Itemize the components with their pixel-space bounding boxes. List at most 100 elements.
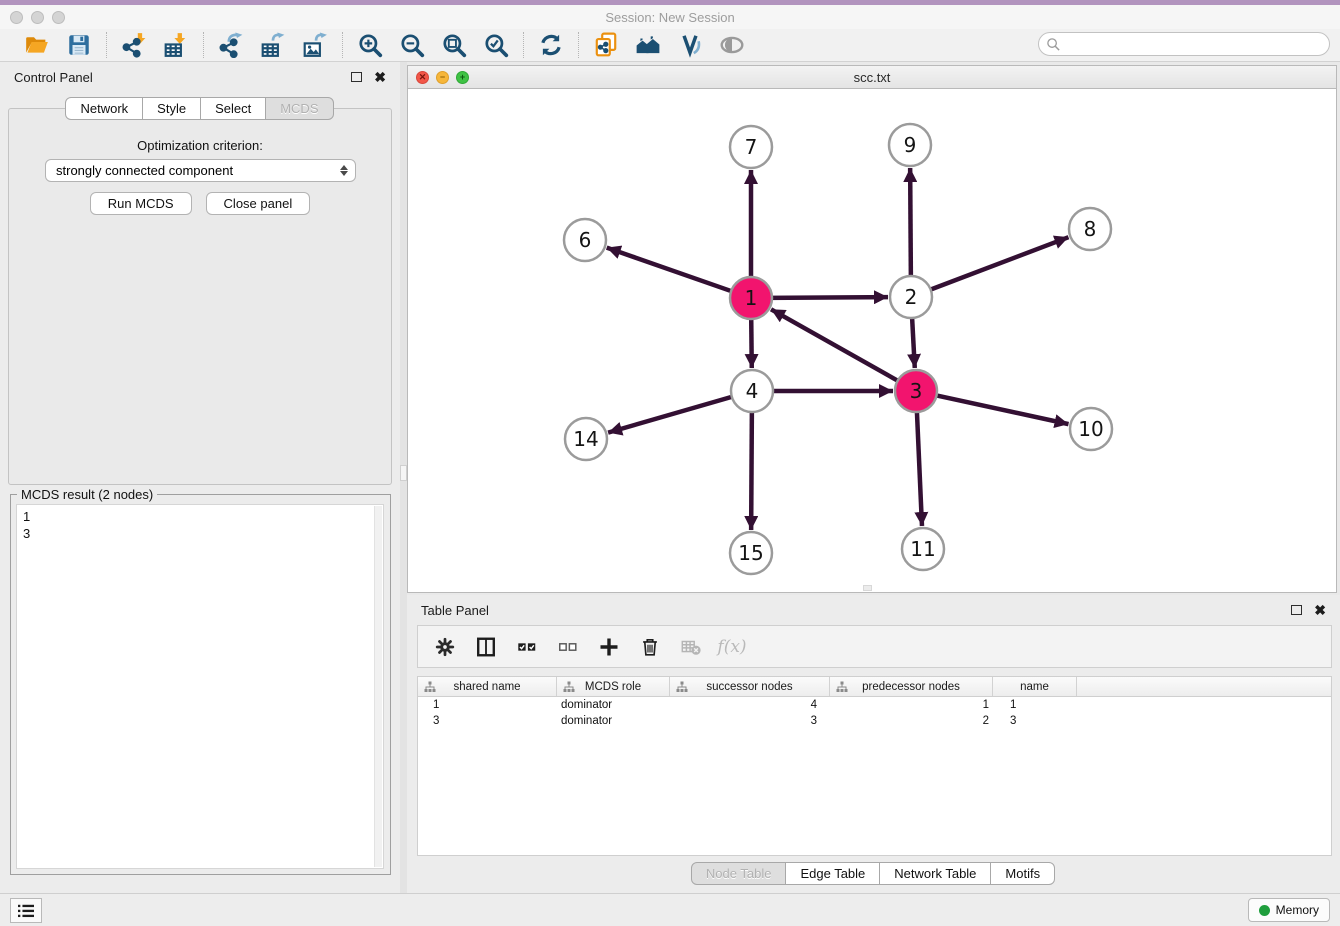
zoom-fit-icon[interactable] [441,32,467,58]
apply-style-icon[interactable] [677,32,703,58]
splitter-grip[interactable] [400,465,407,481]
split-columns-icon[interactable] [474,635,498,659]
cell-successor-nodes[interactable]: 4 [670,699,830,711]
graph-edge-2-3[interactable] [912,315,915,368]
cell-shared-name[interactable]: 1 [418,699,557,711]
cell-name[interactable]: 3 [993,715,1077,727]
memory-button[interactable]: Memory [1248,898,1330,922]
float-panel-icon[interactable] [351,72,362,82]
global-search-field[interactable] [1038,32,1330,56]
graph-edge-3-10[interactable] [934,395,1069,424]
panel-splitter[interactable] [400,62,407,893]
table-panel: Table Panel ✖ f(x) shared name [407,595,1340,893]
network-canvas[interactable]: 7 9 6 8 1 2 4 3 14 10 15 11 [408,89,1336,592]
add-column-icon[interactable] [597,635,621,659]
graph-edge-4-15[interactable] [751,409,752,530]
column-header-mcds-role[interactable]: MCDS role [557,677,670,696]
graph-edge-1-4[interactable] [751,316,752,368]
tab-network[interactable]: Network [65,97,143,120]
svg-text:1: 1 [745,286,758,310]
tab-mcds[interactable]: MCDS [265,97,333,120]
export-network-icon[interactable] [218,32,244,58]
zoom-selected-icon[interactable] [483,32,509,58]
tab-style[interactable]: Style [142,97,201,120]
tab-node-table[interactable]: Node Table [691,862,787,885]
tab-select[interactable]: Select [200,97,266,120]
svg-text:2: 2 [905,285,918,309]
svg-text:9: 9 [904,133,917,157]
close-table-panel-icon[interactable]: ✖ [1314,605,1326,615]
export-table-icon[interactable] [260,32,286,58]
zoom-out-icon[interactable] [399,32,425,58]
mcds-result-textarea[interactable]: 1 3 [16,504,384,869]
settings-gear-icon[interactable] [433,635,457,659]
column-header-shared-name[interactable]: shared name [418,677,557,696]
table-header-row[interactable]: shared name MCDS role successor nodes pr… [418,677,1331,697]
task-history-button[interactable] [10,898,42,923]
network-window: ✕ − + scc.txt 7 9 6 8 1 2 4 3 14 10 15 11 [407,65,1337,593]
unselect-all-columns-icon[interactable] [556,635,580,659]
cell-predecessor-nodes[interactable]: 1 [830,699,993,711]
graph-edge-3-1[interactable] [771,309,900,382]
first-neighbors-icon[interactable] [635,32,661,58]
cell-successor-nodes[interactable]: 3 [670,715,830,727]
graph-node-3[interactable]: 3 [895,370,937,412]
memory-status-icon [1259,905,1270,916]
graph-node-4[interactable]: 4 [731,370,773,412]
graph-node-14[interactable]: 14 [565,418,607,460]
export-image-icon[interactable] [302,32,328,58]
save-session-icon[interactable] [66,32,92,58]
zoom-in-icon[interactable] [357,32,383,58]
import-network-icon[interactable] [121,32,147,58]
table-row[interactable]: 1 dominator 4 1 1 [418,697,1331,713]
canvas-resize-grip[interactable] [863,585,872,591]
close-panel-button[interactable]: Close panel [206,192,311,215]
tab-network-table[interactable]: Network Table [879,862,991,885]
cell-mcds-role[interactable]: dominator [557,699,670,711]
graph-edge-1-6[interactable] [607,248,734,292]
graph-edge-1-2[interactable] [769,297,888,298]
column-header-successor-nodes[interactable]: successor nodes [670,677,830,696]
graph-node-1[interactable]: 1 [730,277,772,319]
graph-node-10[interactable]: 10 [1070,408,1112,450]
network-graph[interactable]: 7 9 6 8 1 2 4 3 14 10 15 11 [408,89,1336,592]
tab-edge-table[interactable]: Edge Table [785,862,880,885]
select-all-columns-icon[interactable] [515,635,539,659]
cell-mcds-role[interactable]: dominator [557,715,670,727]
import-table-icon[interactable] [163,32,189,58]
result-scrollbar[interactable] [374,506,382,867]
graph-node-7[interactable]: 7 [730,126,772,168]
clone-network-icon[interactable] [593,32,619,58]
column-header-name[interactable]: name [993,677,1077,696]
network-window-titlebar[interactable]: ✕ − + scc.txt [408,66,1336,89]
graph-node-15[interactable]: 15 [730,532,772,574]
graph-node-2[interactable]: 2 [890,276,932,318]
table-row[interactable]: 3 dominator 3 2 3 [418,713,1331,729]
cell-shared-name[interactable]: 3 [418,715,557,727]
graph-edge-4-14[interactable] [608,396,735,433]
graph-edge-3-11[interactable] [917,409,922,526]
graph-node-8[interactable]: 8 [1069,208,1111,250]
refresh-icon[interactable] [538,32,564,58]
tab-motifs[interactable]: Motifs [990,862,1055,885]
run-mcds-button[interactable]: Run MCDS [90,192,192,215]
function-builder-icon: f(x) [720,635,744,659]
graph-edge-2-8[interactable] [928,237,1069,290]
control-panel: Control Panel ✖ Network Style Select MCD… [0,62,400,893]
graph-node-11[interactable]: 11 [902,528,944,570]
graph-node-9[interactable]: 9 [889,124,931,166]
open-session-icon[interactable] [24,32,50,58]
graph-node-6[interactable]: 6 [564,219,606,261]
list-icon [17,903,35,919]
float-table-panel-icon[interactable] [1291,605,1302,615]
search-input[interactable] [1061,35,1329,53]
criterion-dropdown[interactable]: strongly connected component [45,159,356,182]
cell-name[interactable]: 1 [993,699,1077,711]
cell-predecessor-nodes[interactable]: 2 [830,715,993,727]
node-table[interactable]: shared name MCDS role successor nodes pr… [417,676,1332,856]
graph-edge-2-9[interactable] [910,168,911,279]
delete-column-icon[interactable] [638,635,662,659]
close-panel-icon[interactable]: ✖ [374,72,386,82]
column-header-predecessor-nodes[interactable]: predecessor nodes [830,677,993,696]
show-hide-icon[interactable] [719,32,745,58]
